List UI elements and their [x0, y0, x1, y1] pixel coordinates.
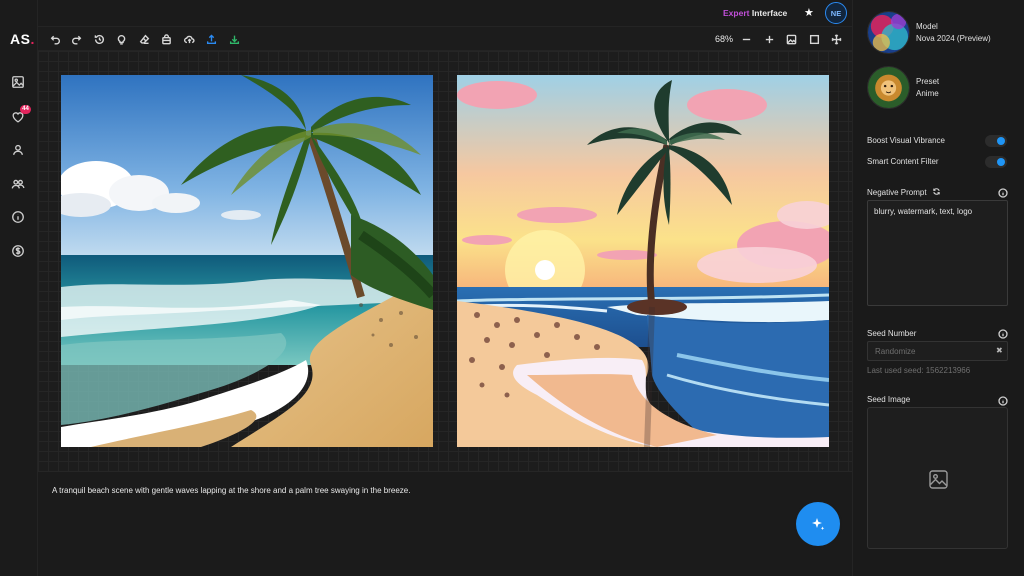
- boost-visual-vibrance-row: Boost Visual Vibrance: [867, 134, 1009, 148]
- sparkle-icon: [812, 518, 825, 531]
- seed-image-dropzone[interactable]: [867, 407, 1008, 549]
- move-icon[interactable]: [830, 33, 842, 45]
- cloud-upload-icon[interactable]: [183, 33, 195, 45]
- settings-panel: Model Nova 2024 (Preview) Preset Anime B…: [852, 0, 1024, 576]
- generate-button[interactable]: [796, 502, 840, 546]
- image-canvas[interactable]: [38, 51, 852, 471]
- seed-number-input[interactable]: Randomize: [867, 341, 1008, 361]
- info-icon[interactable]: [998, 187, 1008, 198]
- zoom-level: 68%: [715, 34, 734, 44]
- zoom-in-icon[interactable]: [763, 33, 775, 45]
- prompt-area[interactable]: A tranquil beach scene with gentle waves…: [38, 471, 852, 576]
- zoom-out-icon[interactable]: [740, 33, 752, 45]
- users-icon[interactable]: [10, 176, 26, 192]
- upload-icon[interactable]: [205, 33, 217, 45]
- smart-content-filter-toggle[interactable]: [985, 156, 1007, 168]
- info-icon[interactable]: [998, 395, 1008, 406]
- smart-content-filter-row: Smart Content Filter: [867, 155, 1009, 169]
- prompt-text[interactable]: A tranquil beach scene with gentle waves…: [52, 486, 410, 495]
- user-icon[interactable]: [10, 142, 26, 158]
- toggle-label: Boost Visual Vibrance: [867, 136, 945, 145]
- boost-visual-vibrance-toggle[interactable]: [985, 135, 1007, 147]
- dollar-icon[interactable]: [10, 243, 26, 259]
- app-logo[interactable]: AS.: [10, 31, 35, 47]
- preset-selector[interactable]: Preset Anime: [916, 76, 939, 100]
- frame-icon[interactable]: [808, 33, 820, 45]
- info-icon[interactable]: [998, 328, 1008, 339]
- fit-image-icon[interactable]: [785, 33, 797, 45]
- undo-icon[interactable]: [49, 33, 61, 45]
- negative-prompt-label: Negative Prompt: [867, 187, 941, 197]
- anime-beach-image[interactable]: [457, 75, 829, 447]
- favorites-count-badge: 44: [20, 105, 31, 114]
- model-selector[interactable]: Model Nova 2024 (Preview): [916, 21, 991, 45]
- image-placeholder-icon: [928, 469, 949, 490]
- clear-icon[interactable]: ✖: [996, 346, 1003, 355]
- realistic-beach-image[interactable]: [61, 75, 433, 447]
- last-used-seed: Last used seed: 1562213966: [867, 366, 971, 375]
- avatar[interactable]: NE: [825, 2, 847, 24]
- bulb-icon[interactable]: [115, 33, 127, 45]
- eraser-icon[interactable]: [138, 33, 150, 45]
- star-icon[interactable]: ★: [804, 6, 814, 19]
- seed-number-label: Seed Number: [867, 329, 917, 338]
- image-icon[interactable]: [10, 74, 26, 90]
- top-bar: Expert Interface ★ NE: [38, 0, 852, 26]
- preset-thumbnail[interactable]: [867, 66, 910, 109]
- toggle-label: Smart Content Filter: [867, 157, 939, 166]
- interface-mode-toggle[interactable]: Expert Interface: [723, 8, 787, 18]
- history-icon[interactable]: [93, 33, 105, 45]
- canvas-toolbar: 68%: [38, 26, 852, 51]
- redo-icon[interactable]: [70, 33, 82, 45]
- seed-image-label: Seed Image: [867, 395, 911, 404]
- negative-prompt-input[interactable]: blurry, watermark, text, logo: [867, 200, 1008, 306]
- refresh-icon[interactable]: [932, 187, 941, 196]
- bag-icon[interactable]: [160, 33, 172, 45]
- model-thumbnail[interactable]: [867, 11, 910, 54]
- download-icon[interactable]: [228, 33, 240, 45]
- left-sidebar: AS. 44: [0, 0, 38, 576]
- info-icon[interactable]: [10, 209, 26, 225]
